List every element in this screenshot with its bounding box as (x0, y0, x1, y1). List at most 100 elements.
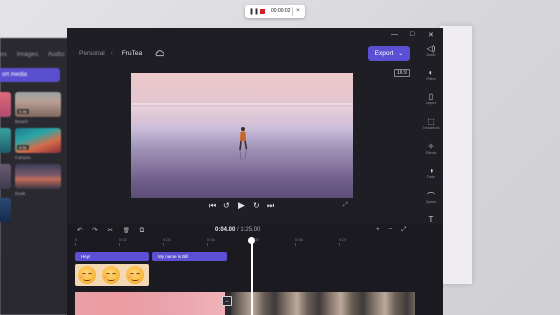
recording-time: 00:00:02 (271, 8, 291, 14)
rail-item-filters[interactable]: ◐ Filters (420, 68, 442, 81)
fit-timeline-button[interactable]: ⤢ (401, 226, 406, 233)
ruler-tick: 0:03 (163, 237, 171, 246)
skip-back-button[interactable]: ⏮ (209, 201, 216, 211)
close-button[interactable]: ✕ (428, 31, 434, 39)
zoom-out-button[interactable]: − (389, 226, 393, 233)
smiling-emoji-icon (78, 266, 96, 284)
text-clip[interactable]: My name is Bill (152, 252, 227, 261)
ruler-tick: 0:04 (207, 237, 215, 246)
play-button[interactable]: ▶ (238, 200, 245, 211)
text-icon: T (428, 215, 434, 224)
video-preview[interactable] (131, 73, 353, 198)
pause-icon[interactable]: ❚❚ (249, 8, 259, 15)
close-icon[interactable]: × (296, 7, 300, 14)
smiling-emoji-icon (126, 266, 144, 284)
breadcrumb-parent[interactable]: Personal (79, 50, 105, 57)
duplicate-icon[interactable]: ⧉ (140, 227, 145, 234)
background-window (440, 26, 472, 284)
zoom-in-button[interactable]: + (376, 226, 380, 233)
cloud-sync-icon[interactable] (155, 49, 164, 57)
rail-item-audio[interactable]: ◁) Audio (420, 44, 442, 57)
recording-toolbar: ❚❚ 00:00:02 × (245, 5, 305, 18)
video-clip[interactable] (75, 292, 225, 315)
media-thumbnail-dusk[interactable] (15, 164, 61, 189)
video-editor-window: — □ ✕ Personal › FruTea Export ⌄ 16:9 ⏮ ↺ … (67, 28, 443, 315)
audio-icon: ◁) (426, 44, 436, 53)
text-clip-label: My name is Bill (158, 254, 189, 259)
total-time: 1:25.00 (240, 227, 261, 233)
text-clip-label: Hey! (81, 254, 91, 259)
rail-item-speed[interactable]: ⌒ Speed (420, 191, 442, 204)
media-thumbnail[interactable] (0, 198, 11, 222)
transitions-icon: ⬚ (427, 117, 435, 126)
skip-forward-button[interactable]: ⏭ (267, 201, 274, 211)
media-thumbnail[interactable] (0, 128, 11, 153)
maximize-button[interactable]: □ (410, 31, 414, 38)
undo-icon[interactable]: ↶ (77, 227, 82, 234)
media-thumbnail[interactable] (0, 92, 11, 117)
import-media-label: ort media (2, 72, 28, 78)
project-title[interactable]: FruTea (122, 50, 142, 57)
title-bar: — □ ✕ (67, 28, 443, 42)
thumbnail-label: Canyon (15, 155, 31, 160)
timeline-toolbar: ↶ ↷ ✂ 🗑 ⧉ (77, 226, 152, 235)
rewind-button[interactable]: ↺ (223, 201, 230, 210)
playhead[interactable] (248, 237, 254, 315)
ruler-tick: 0:07 (339, 237, 347, 246)
redo-icon[interactable]: ↷ (92, 227, 97, 234)
ruler-tick: 0 (75, 237, 78, 246)
media-thumbnail-canyon[interactable]: 0:31 (15, 128, 61, 153)
tab-audio[interactable]: Audio (48, 51, 65, 58)
thumbnail-label: Dusk (15, 191, 26, 196)
speed-icon: ⌒ (427, 192, 435, 201)
media-panel: os Images Audio ort media 0:16 Beach 0:3… (0, 38, 68, 315)
aspect-ratio-button[interactable]: 16:9 (394, 69, 410, 77)
transition-marker[interactable]: ↔ (222, 296, 232, 306)
fullscreen-button[interactable]: ⤢ (343, 202, 348, 209)
import-media-button[interactable]: ort media (0, 68, 60, 82)
video-track[interactable] (75, 292, 415, 315)
rail-item-fade[interactable]: ◑ Fade (420, 166, 442, 179)
timeline-ruler[interactable]: 0 0:02 0:03 0:04 0:05 0:06 0:07 (75, 237, 415, 246)
rail-item-effects[interactable]: ✧ Effects (420, 142, 442, 155)
duration-label: 0:31 (17, 145, 29, 150)
media-tabs: os Images Audio (0, 51, 64, 58)
rail-item-transitions[interactable]: ⬚ Transitions (420, 117, 442, 130)
split-icon[interactable]: ✂ (108, 227, 113, 234)
stop-icon[interactable] (260, 9, 265, 14)
effects-icon: ✧ (427, 142, 435, 151)
current-time: 0:04.00 (215, 227, 236, 233)
layers-icon: ▯ (428, 92, 434, 101)
chevron-down-icon: ⌄ (398, 51, 404, 57)
ruler-tick: 0:02 (119, 237, 127, 246)
export-button[interactable]: Export ⌄ (368, 46, 410, 61)
duration-label: 0:16 (17, 109, 29, 114)
sticker-clip[interactable] (75, 264, 149, 286)
shoreline (131, 107, 353, 117)
divider (292, 7, 293, 16)
properties-rail: ◁) Audio ◐ Filters ▯ Layers ⬚ Transition… (420, 44, 442, 244)
tab-images[interactable]: Images (17, 51, 38, 58)
video-clip[interactable] (231, 292, 415, 315)
ruler-tick: 0:06 (295, 237, 303, 246)
forward-button[interactable]: ↻ (253, 201, 260, 210)
media-thumbnail-beach[interactable]: 0:16 (15, 92, 61, 117)
filters-icon: ◐ (428, 68, 434, 77)
rail-item-layers[interactable]: ▯ Layers (420, 92, 442, 105)
walking-person-figure (239, 127, 248, 160)
export-label: Export (374, 50, 394, 57)
horizon-line (131, 103, 353, 105)
smiling-emoji-icon (102, 266, 120, 284)
timeline-panel: ↶ ↷ ✂ 🗑 ⧉ 0:04.00 / 1:25.00 + − ⤢ 0 0:02… (67, 224, 443, 315)
minimize-button[interactable]: — (391, 31, 398, 38)
text-clip[interactable]: Hey! (75, 252, 149, 261)
timecode: 0:04.00 / 1:25.00 (215, 227, 261, 233)
media-thumbnail[interactable] (0, 164, 11, 189)
thumbnail-label: Beach (15, 119, 28, 124)
zoom-controls: + − ⤢ (369, 226, 406, 234)
breadcrumb: Personal › FruTea (79, 50, 142, 57)
tab-videos[interactable]: os (0, 51, 7, 58)
breadcrumb-separator: › (110, 50, 113, 57)
delete-icon[interactable]: 🗑 (123, 228, 130, 234)
fade-icon: ◑ (428, 166, 434, 175)
